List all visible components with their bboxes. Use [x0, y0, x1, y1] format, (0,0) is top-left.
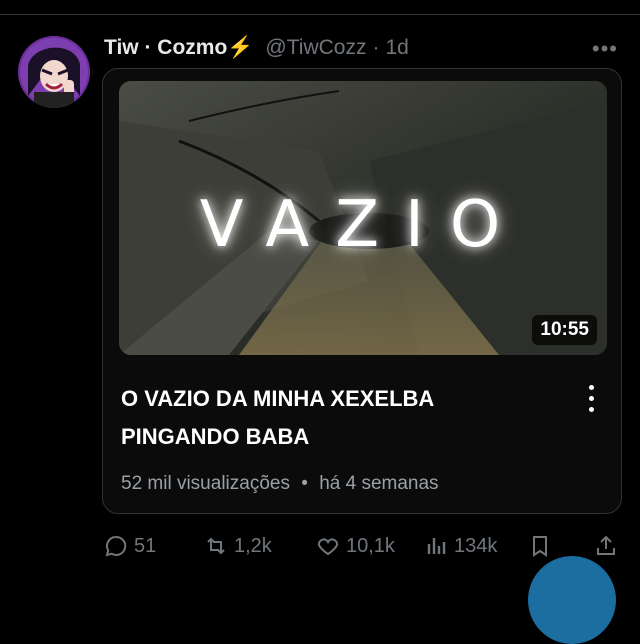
video-card[interactable]: VAZIO 10:55 O VAZIO DA MINHA XEXELBA PIN…	[102, 68, 622, 514]
reply-count: 51	[134, 534, 157, 557]
video-title[interactable]: O VAZIO DA MINHA XEXELBA PINGANDO BABA	[121, 380, 541, 456]
avatar[interactable]	[18, 36, 90, 108]
video-views: 52 mil visualizações	[121, 473, 290, 494]
view-count: 134k	[454, 534, 498, 557]
bookmark-icon	[533, 536, 547, 557]
bookmark-button[interactable]	[528, 530, 552, 562]
floating-action-button[interactable]	[528, 556, 616, 644]
analytics-icon	[427, 538, 446, 554]
video-menu-icon[interactable]	[585, 385, 597, 418]
share-button[interactable]	[594, 530, 618, 562]
meta-separator: •	[301, 473, 308, 494]
video-duration-badge: 10:55	[532, 315, 597, 345]
video-age: há 4 semanas	[319, 473, 439, 494]
thumbnail-title: VAZIO	[199, 188, 527, 262]
tweet-actions: 51 1,2k 10,1k 134k	[104, 530, 622, 562]
tweet-header: Tiw · Cozmo⚡ @TiwCozz · 1d	[104, 34, 620, 62]
more-options-icon[interactable]: •••	[592, 36, 618, 62]
timestamp[interactable]: 1d	[385, 36, 408, 60]
repost-button[interactable]: 1,2k	[204, 530, 272, 562]
heart-icon	[317, 538, 339, 556]
video-thumbnail[interactable]: VAZIO 10:55	[119, 81, 607, 355]
views-button[interactable]: 134k	[424, 530, 497, 562]
display-name[interactable]: Tiw · Cozmo⚡	[104, 36, 253, 60]
repost-count: 1,2k	[234, 534, 272, 557]
handle[interactable]: @TiwCozz	[265, 36, 366, 60]
header-separator: ·	[372, 36, 380, 59]
video-meta: 52 mil visualizações • há 4 semanas	[121, 473, 439, 495]
reply-icon	[105, 535, 127, 557]
repost-icon	[207, 537, 225, 555]
top-divider	[0, 14, 640, 15]
like-count: 10,1k	[346, 534, 395, 557]
share-icon	[597, 535, 615, 555]
reply-button[interactable]: 51	[104, 530, 156, 562]
like-button[interactable]: 10,1k	[316, 530, 395, 562]
